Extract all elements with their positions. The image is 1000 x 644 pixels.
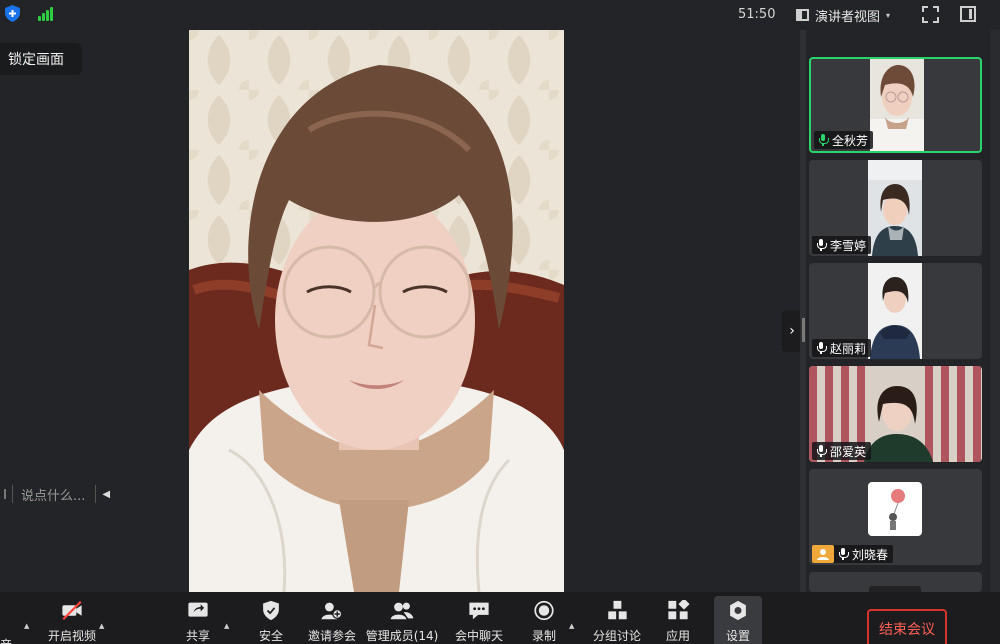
participant-avatar (868, 482, 922, 536)
participant-tile[interactable]: 全秋芳 (809, 57, 982, 153)
add-user-icon (321, 602, 343, 620)
participant-tile[interactable] (809, 572, 982, 592)
chevron-down-icon: ▾ (886, 10, 891, 20)
chat-input-placeholder[interactable]: 说点什么... (13, 485, 95, 504)
view-mode-button[interactable]: 演讲者视图 ▾ (796, 5, 890, 25)
participant-video (870, 59, 924, 151)
participant-tile[interactable]: 刘晓春 (809, 469, 982, 565)
fullscreen-icon[interactable] (922, 6, 939, 23)
breakout-rooms-button[interactable]: 分组讨论 (587, 600, 647, 644)
mic-icon (819, 134, 829, 146)
top-bar: 51:50 演讲者视图 ▾ (0, 0, 1000, 30)
record-icon (534, 600, 554, 621)
settings-button[interactable]: 设置 (714, 596, 762, 644)
share-button[interactable]: 共享 (168, 600, 228, 644)
user-avatar-badge-icon (812, 545, 834, 563)
main-speaker-video[interactable] (189, 30, 564, 592)
security-shield-icon (263, 600, 279, 621)
meeting-toolbar: 音 ▲ 开启视频 ▲ 共享 ▲ 安全 邀请参会 (0, 592, 1000, 644)
video-options-caret-icon[interactable]: ▲ (99, 622, 104, 630)
video-off-icon (62, 600, 82, 621)
participant-name: 李雪婷 (830, 238, 867, 253)
security-button[interactable]: 安全 (241, 600, 301, 644)
collapse-gallery-button[interactable]: › (782, 310, 802, 352)
participant-name-tag: 李雪婷 (812, 236, 872, 254)
participant-name: 刘晓春 (852, 547, 889, 562)
participant-tile[interactable]: 邵爱英 (809, 366, 982, 462)
settings-label: 设置 (725, 629, 750, 643)
chat-button[interactable]: 会中聊天 (449, 600, 509, 644)
invite-label: 邀请参会 (307, 629, 356, 643)
participant-gallery: 全秋芳 李雪婷 赵丽莉 邵爱英 刘晓春 (806, 30, 988, 592)
record-button[interactable]: 录制 (514, 600, 574, 644)
chat-label: 会中聊天 (454, 629, 503, 643)
participant-name: 邵爱英 (830, 444, 867, 459)
apps-button[interactable]: 应用 (648, 600, 708, 644)
participants-label: 管理成员(14) (365, 629, 439, 643)
participant-name-tag: 刘晓春 (812, 545, 894, 563)
end-meeting-button[interactable]: 结束会议 (867, 609, 947, 644)
speaker-view-icon (796, 9, 809, 21)
chat-bubble-icon (469, 602, 489, 620)
participant-name-tag: 全秋芳 (814, 131, 874, 149)
security-label: 安全 (258, 629, 283, 643)
record-label: 录制 (531, 629, 556, 643)
chat-input-bar[interactable]: 说点什么... ◀ (0, 480, 120, 508)
participants-icon (390, 602, 414, 620)
share-screen-icon (188, 602, 208, 617)
participant-video (868, 263, 922, 359)
share-label: 共享 (185, 629, 210, 643)
mic-icon (839, 548, 849, 560)
side-panel-toggle-icon[interactable] (960, 6, 976, 22)
manage-participants-button[interactable]: 管理成员(14) (366, 600, 438, 644)
collapse-chat-icon[interactable]: ◀ (102, 489, 110, 500)
participant-name-tag: 邵爱英 (812, 442, 872, 460)
shield-icon[interactable] (5, 5, 20, 22)
video-button[interactable]: 开启视频 (42, 600, 102, 644)
breakout-rooms-icon (608, 600, 627, 620)
chat-bar-edge (0, 489, 6, 499)
meeting-timer: 51:50 (738, 7, 776, 22)
participant-tile[interactable]: 赵丽莉 (809, 263, 982, 359)
lock-view-tooltip[interactable]: 锁定画面 (0, 43, 82, 75)
mic-icon (817, 239, 827, 251)
participant-tile[interactable]: 李雪婷 (809, 160, 982, 256)
invite-button[interactable]: 邀请参会 (302, 600, 362, 644)
mic-icon (817, 342, 827, 354)
audio-label-partial[interactable]: 音 (0, 636, 12, 644)
share-options-caret-icon[interactable]: ▲ (224, 622, 229, 630)
apps-label: 应用 (665, 629, 690, 643)
network-signal-icon[interactable] (38, 7, 54, 21)
record-options-caret-icon[interactable]: ▲ (569, 622, 574, 630)
gear-icon (730, 600, 746, 621)
breakout-label: 分组讨论 (592, 629, 641, 643)
participant-name-tag: 赵丽莉 (812, 339, 872, 357)
gallery-scrollbar[interactable] (990, 30, 1000, 592)
view-mode-label: 演讲者视图 (815, 9, 881, 25)
audio-options-caret-icon[interactable]: ▲ (24, 622, 29, 630)
apps-icon (668, 600, 690, 620)
mic-icon (817, 445, 827, 457)
participant-video (868, 160, 922, 256)
divider (95, 485, 97, 503)
speaker-video-frame (189, 30, 564, 592)
video-label: 开启视频 (47, 629, 96, 643)
participant-name: 全秋芳 (832, 133, 869, 148)
participant-name: 赵丽莉 (830, 341, 867, 356)
